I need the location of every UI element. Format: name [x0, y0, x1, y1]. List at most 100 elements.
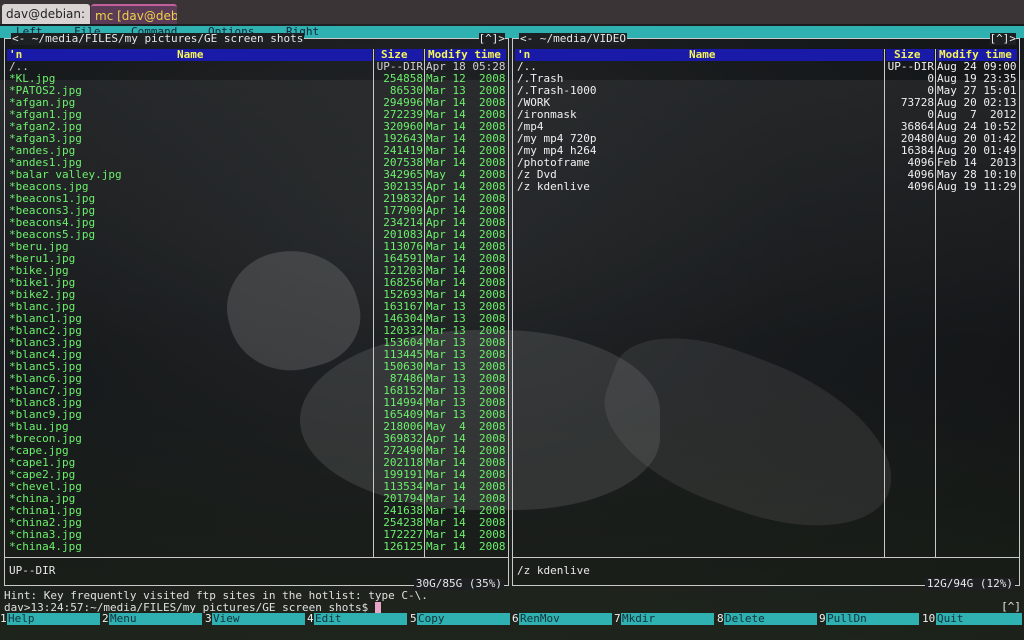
file-name: *brecon.jpg	[9, 433, 82, 445]
file-row[interactable]: *china.jpg 201794 Mar 14 2008	[5, 493, 508, 505]
file-row[interactable]: /my mp4 h264 16384 Aug 20 01:49	[513, 145, 1019, 157]
file-size: 168256	[383, 277, 423, 289]
left-panel[interactable]: <- ~/media/FILES/my pictures/GE screen s…	[4, 33, 509, 590]
file-row[interactable]: *beru.jpg 113076 Mar 14 2008	[5, 241, 508, 253]
file-row[interactable]: *blanc8.jpg 114994 Mar 13 2008	[5, 397, 508, 409]
left-header-size[interactable]: Size	[375, 49, 423, 61]
fkey-menu[interactable]: 2 Menu	[102, 613, 204, 626]
fkey-help[interactable]: 1 Help	[0, 613, 102, 626]
file-size: 113445	[383, 349, 423, 361]
file-size: 153604	[383, 337, 423, 349]
file-size: 254238	[383, 517, 423, 529]
file-mtime: Mar 14 2008	[426, 277, 506, 289]
file-row[interactable]: *beacons1.jpg 219832 Apr 14 2008	[5, 193, 508, 205]
left-header-name[interactable]: 'n Name	[7, 49, 372, 61]
file-row[interactable]: *blanc2.jpg 120332 Mar 13 2008	[5, 325, 508, 337]
fkey-renmov[interactable]: 6 RenMov	[512, 613, 614, 626]
file-row[interactable]: *beacons.jpg 302135 Apr 14 2008	[5, 181, 508, 193]
file-row[interactable]: *KL.jpg 254858 Mar 12 2008	[5, 73, 508, 85]
column-mtime-label: Modify time	[428, 48, 501, 61]
fkey-number: 1	[0, 612, 7, 625]
file-row[interactable]: *afgan3.jpg 192643 Mar 14 2008	[5, 133, 508, 145]
fkey-pulldn[interactable]: 9 PullDn	[819, 613, 921, 626]
left-panel-corner-controls[interactable]: [^]>	[478, 33, 505, 45]
file-mtime: Mar 13 2008	[426, 385, 506, 397]
file-row[interactable]: *blanc7.jpg 168152 Mar 13 2008	[5, 385, 508, 397]
right-panel[interactable]: <- ~/media/VIDEO [^]> 'n Name Size Modif…	[512, 33, 1020, 590]
file-row[interactable]: *blanc3.jpg 153604 Mar 13 2008	[5, 337, 508, 349]
fkey-view[interactable]: 3 View	[205, 613, 307, 626]
file-row[interactable]: *blau.jpg 218006 May 4 2008	[5, 421, 508, 433]
file-row[interactable]: /my mp4 720p 20480 Aug 20 01:42	[513, 133, 1019, 145]
file-row[interactable]: /.. UP--DIR Aug 24 09:00	[513, 61, 1019, 73]
fkey-edit[interactable]: 4 Edit	[307, 613, 409, 626]
file-mtime: Mar 14 2008	[426, 493, 506, 505]
file-row[interactable]: *beacons3.jpg 177909 Apr 14 2008	[5, 205, 508, 217]
file-row[interactable]: /z Dvd 4096 May 28 10:10	[513, 169, 1019, 181]
file-row[interactable]: /.. UP--DIR Apr 18 05:28	[5, 61, 508, 73]
right-header-name[interactable]: 'n Name	[515, 49, 883, 61]
file-row[interactable]: *andes.jpg 241419 Mar 14 2008	[5, 145, 508, 157]
fkey-copy[interactable]: 5 Copy	[410, 613, 512, 626]
right-header-size[interactable]: Size	[886, 49, 934, 61]
file-mtime: Apr 14 2008	[426, 229, 506, 241]
command-history-button[interactable]: [^]	[1001, 601, 1021, 613]
fkey-quit[interactable]: 10 Quit	[922, 613, 1024, 626]
left-header-mtime[interactable]: Modify time	[426, 49, 506, 61]
file-row[interactable]: *cape.jpg 272490 Mar 14 2008	[5, 445, 508, 457]
file-size: 241638	[383, 505, 423, 517]
file-size: 120332	[383, 325, 423, 337]
file-row[interactable]: *afgan1.jpg 272239 Mar 14 2008	[5, 109, 508, 121]
right-header-mtime[interactable]: Modify time	[937, 49, 1017, 61]
file-row[interactable]: *afgan.jpg 294996 Mar 14 2008	[5, 97, 508, 109]
file-row[interactable]: *blanc.jpg 163167 Mar 13 2008	[5, 301, 508, 313]
file-name: /.Trash	[517, 73, 564, 85]
file-row[interactable]: *cape2.jpg 199191 Mar 14 2008	[5, 469, 508, 481]
file-row[interactable]: *blanc4.jpg 113445 Mar 13 2008	[5, 349, 508, 361]
file-mtime: Mar 14 2008	[426, 505, 506, 517]
file-mtime: Mar 13 2008	[426, 397, 506, 409]
file-row[interactable]: *brecon.jpg 369832 Apr 14 2008	[5, 433, 508, 445]
file-row[interactable]: /ironmask 0 Aug 7 2012	[513, 109, 1019, 121]
file-row[interactable]: *beacons5.jpg 201083 Apr 14 2008	[5, 229, 508, 241]
fkey-mkdir[interactable]: 7 Mkdir	[614, 613, 716, 626]
fkey-delete[interactable]: 8 Delete	[717, 613, 819, 626]
file-row[interactable]: /z kdenlive 4096 Aug 19 11:29	[513, 181, 1019, 193]
file-row[interactable]: /.Trash-1000 0 May 27 15:01	[513, 85, 1019, 97]
file-size: 254858	[383, 73, 423, 85]
file-row[interactable]: *blanc1.jpg 146304 Mar 13 2008	[5, 313, 508, 325]
file-row[interactable]: /.Trash 0 Aug 19 23:35	[513, 73, 1019, 85]
file-row[interactable]: *china4.jpg 126125 Mar 14 2008	[5, 541, 508, 553]
file-size: UP--DIR	[887, 61, 934, 73]
file-row[interactable]: *beacons4.jpg 234214 Apr 14 2008	[5, 217, 508, 229]
file-row[interactable]: *bike.jpg 121203 Mar 14 2008	[5, 265, 508, 277]
file-row[interactable]: *bike1.jpg 168256 Mar 14 2008	[5, 277, 508, 289]
right-panel-path[interactable]: <- ~/media/VIDEO	[519, 33, 627, 45]
file-row[interactable]: *afgan2.jpg 320960 Mar 14 2008	[5, 121, 508, 133]
file-mtime: Mar 14 2008	[426, 481, 506, 493]
file-row[interactable]: *blanc9.jpg 165409 Mar 13 2008	[5, 409, 508, 421]
left-panel-path[interactable]: <- ~/media/FILES/my pictures/GE screen s…	[11, 33, 305, 45]
file-row[interactable]: *chevel.jpg 113534 Mar 14 2008	[5, 481, 508, 493]
file-row[interactable]: *blanc6.jpg 87486 Mar 13 2008	[5, 373, 508, 385]
fkey-number: 3	[205, 612, 212, 625]
file-row[interactable]: *PATOS2.jpg 86530 Mar 13 2008	[5, 85, 508, 97]
right-panel-corner-controls[interactable]: [^]>	[989, 33, 1016, 45]
file-row[interactable]: *blanc5.jpg 150630 Mar 13 2008	[5, 361, 508, 373]
file-row[interactable]: /WORK 73728 Aug 20 02:13	[513, 97, 1019, 109]
file-mtime: Aug 24 09:00	[937, 61, 1017, 73]
file-mtime: Mar 14 2008	[426, 529, 506, 541]
file-row[interactable]: *china1.jpg 241638 Mar 14 2008	[5, 505, 508, 517]
file-row[interactable]: *balar valley.jpg 342965 May 4 2008	[5, 169, 508, 181]
terminal-tab[interactable]: dav@debian: ...	[2, 4, 90, 24]
file-row[interactable]: *china2.jpg 254238 Mar 14 2008	[5, 517, 508, 529]
terminal-tab-active[interactable]: mc [dav@deb...	[91, 4, 177, 24]
file-row[interactable]: /mp4 36864 Aug 24 10:52	[513, 121, 1019, 133]
file-row[interactable]: /photoframe 4096 Feb 14 2013	[513, 157, 1019, 169]
file-row[interactable]: *cape1.jpg 202118 Mar 14 2008	[5, 457, 508, 469]
file-row[interactable]: *china3.jpg 172227 Mar 14 2008	[5, 529, 508, 541]
file-row[interactable]: *beru1.jpg 164591 Mar 14 2008	[5, 253, 508, 265]
file-row[interactable]: *bike2.jpg 152693 Mar 14 2008	[5, 289, 508, 301]
file-row[interactable]: *andes1.jpg 207538 Mar 14 2008	[5, 157, 508, 169]
file-size: 201794	[383, 493, 423, 505]
